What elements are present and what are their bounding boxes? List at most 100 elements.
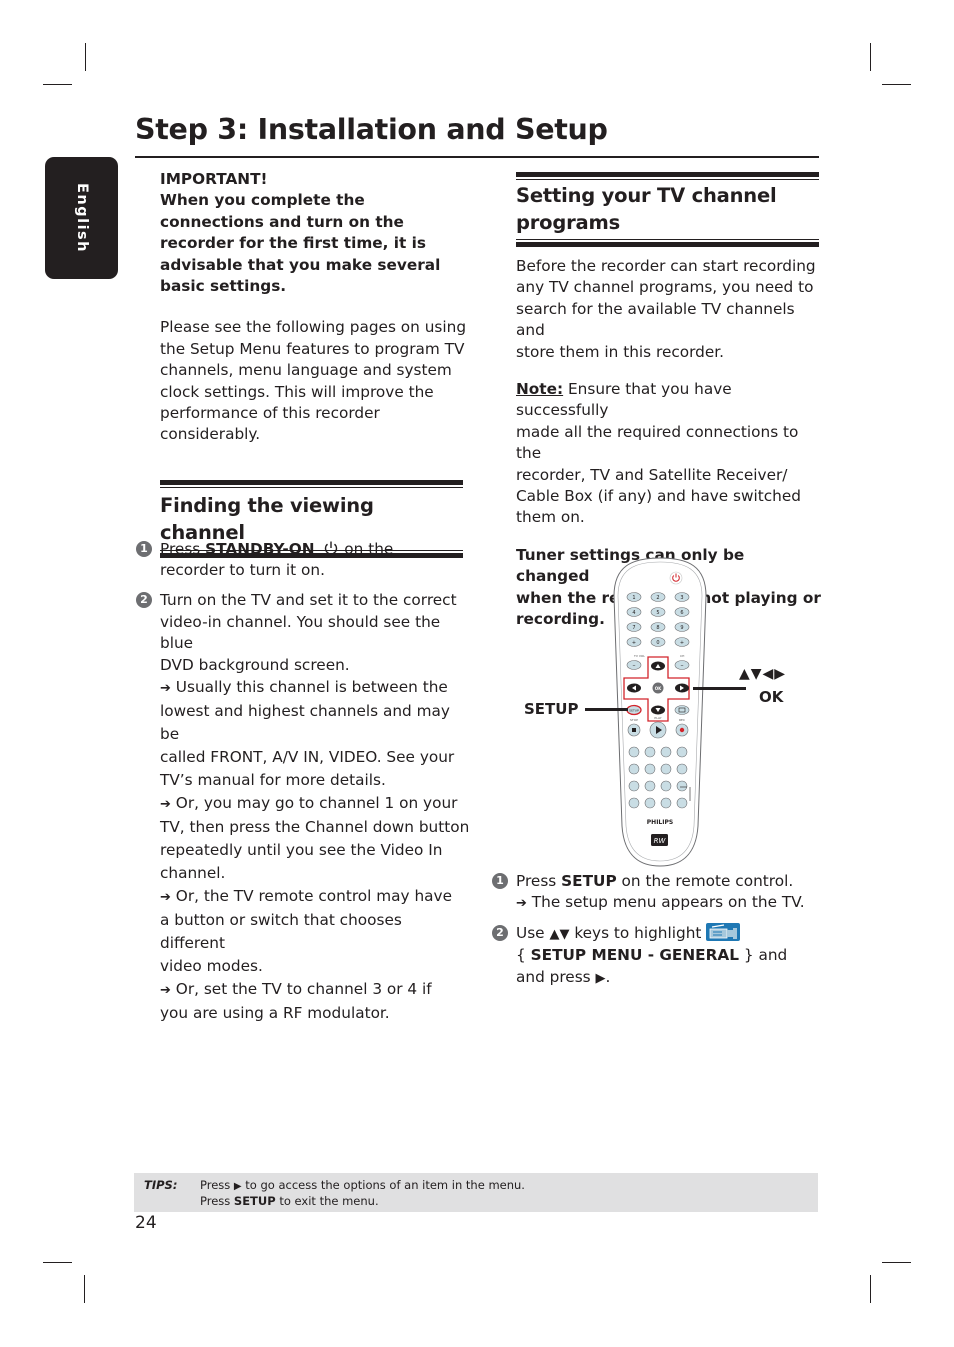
result-text: Or, set the TV to channel 3 or 4 if xyxy=(175,980,432,999)
setup-callout-label: SETUP xyxy=(524,700,579,718)
arrow-keys-callout-label: ▲▼◀▶ xyxy=(739,666,787,682)
up-down-keys: ▲▼ xyxy=(549,927,570,942)
step-number: 1 xyxy=(492,873,508,889)
power-icon xyxy=(323,540,339,556)
keypad-button-label: 0 xyxy=(656,640,659,646)
result-text: TV’s manual for more details. xyxy=(160,771,386,790)
function-button xyxy=(660,797,672,809)
keypad-button-label: 1 xyxy=(632,595,635,601)
important-line: When you complete the xyxy=(160,191,365,210)
language-tab-label: English xyxy=(73,182,90,254)
important-text: When you complete the connections and tu… xyxy=(160,190,470,297)
svg-text:STOP: STOP xyxy=(630,718,638,722)
setup-step-1: 1 Press SETUP on the remote control. ➔ T… xyxy=(492,871,822,915)
arrow-icon: ➔ xyxy=(160,681,171,697)
crop-mark xyxy=(882,84,911,86)
keypad-button-label: 2 xyxy=(656,595,659,601)
setup-key: SETUP xyxy=(233,1194,276,1208)
note-text: Cable Box (if any) and have switched xyxy=(516,487,801,506)
body-line: search for the available TV channels and xyxy=(516,299,795,340)
result-text: lowest and highest channels and may be xyxy=(160,702,450,744)
crop-mark xyxy=(43,1262,72,1264)
body-line: considerably. xyxy=(160,425,261,444)
crop-mark xyxy=(882,1262,911,1264)
step-text: keys to highlight xyxy=(569,924,707,942)
function-button xyxy=(628,763,640,775)
note-label: Note: xyxy=(516,380,564,399)
function-button xyxy=(628,797,640,809)
step-text: } and xyxy=(739,946,788,965)
svg-text:–: – xyxy=(681,662,684,669)
crop-mark xyxy=(43,84,72,86)
finding-step-2: 2 Turn on the TV and set it to the corre… xyxy=(136,590,471,1025)
result-text: repeatedly until you see the Video In xyxy=(160,841,443,860)
step-number: 2 xyxy=(492,925,508,941)
function-button xyxy=(660,746,672,758)
rule xyxy=(516,179,819,181)
arrow-icon: ➔ xyxy=(160,983,171,999)
page-title: Step 3: Installation and Setup xyxy=(135,113,608,146)
step-number: 2 xyxy=(136,592,152,608)
important-line: connections and turn on the xyxy=(160,212,404,231)
function-button xyxy=(644,797,656,809)
function-button xyxy=(676,763,688,775)
function-button xyxy=(676,780,688,792)
step-text: Press xyxy=(516,872,562,890)
tips-text: to exit the menu. xyxy=(275,1194,379,1208)
language-tab: English xyxy=(45,157,118,279)
section-title-line: programs xyxy=(516,211,621,235)
svg-text:SETUP: SETUP xyxy=(629,709,639,713)
keypad-button-label: 4 xyxy=(632,610,635,616)
step-text: recorder to turn it on. xyxy=(160,561,325,580)
keypad-button-label: + xyxy=(680,640,684,646)
remote-control-svg: 1 2 3 4 5 6 7 8 9 + 0 + TV VOL CH – – OK SETUP STOP… xyxy=(613,557,707,867)
standby-on-key: STANDBY-ON xyxy=(205,540,315,558)
keypad-button-label: 7 xyxy=(632,625,635,631)
svg-text:REC: REC xyxy=(679,718,685,722)
ok-callout-label: OK xyxy=(759,688,784,706)
keypad-button-label: + xyxy=(632,640,636,646)
note-text: them on. xyxy=(516,508,585,527)
step-text: { xyxy=(516,946,531,965)
result-text: a button or switch that chooses differen… xyxy=(160,911,402,953)
body-line: the Setup Menu features to program TV xyxy=(160,339,465,358)
rw-logo-text: RW xyxy=(654,837,667,845)
step-number: 1 xyxy=(136,541,152,557)
step-text: Press xyxy=(160,540,206,558)
function-button xyxy=(644,763,656,775)
body-line: channels, menu language and system xyxy=(160,361,452,380)
crop-mark xyxy=(85,43,87,71)
keypad-button-label: 6 xyxy=(680,610,683,616)
step-text: . xyxy=(605,967,611,986)
function-button xyxy=(676,746,688,758)
function-button xyxy=(628,780,640,792)
setup-callout-line xyxy=(585,708,628,711)
note-text: recorder, TV and Satellite Receiver/ xyxy=(516,465,788,484)
note-text: made all the required connections to the xyxy=(516,422,799,463)
function-button xyxy=(644,780,656,792)
function-button xyxy=(644,746,656,758)
step-text: video-in channel. You should see the blu… xyxy=(160,612,441,653)
result-text: channel. xyxy=(160,864,226,883)
rule xyxy=(160,487,463,489)
result-text: video modes. xyxy=(160,957,263,976)
crop-mark xyxy=(870,43,872,71)
body-line: Please see the following pages on using xyxy=(160,318,467,337)
rule xyxy=(516,242,819,248)
setting-channels-header: Setting your TV channel programs xyxy=(516,172,819,248)
keypad-button-label: 5 xyxy=(656,610,659,616)
step-text: on the remote control. xyxy=(616,872,794,890)
tips-text: Press xyxy=(200,1178,234,1192)
tips-text: to go access the options of an item in t… xyxy=(241,1178,525,1192)
section-title: Setting your TV channel programs xyxy=(516,182,819,236)
result-text: Usually this channel is between the xyxy=(175,678,448,697)
tips-box: TIPS: Press ▶ to go access the options o… xyxy=(134,1173,818,1212)
arrow-icon: ➔ xyxy=(160,890,171,906)
important-line: recorder for the first time, it is xyxy=(160,234,427,253)
step-text: and press xyxy=(516,967,596,986)
important-body: Please see the following pages on using … xyxy=(160,317,470,445)
important-heading: IMPORTANT! xyxy=(160,170,268,188)
result-text: called FRONT, A/V IN, VIDEO. See your xyxy=(160,748,455,767)
function-button xyxy=(660,780,672,792)
setup-menu-general-label: SETUP MENU - GENERAL xyxy=(530,946,739,965)
